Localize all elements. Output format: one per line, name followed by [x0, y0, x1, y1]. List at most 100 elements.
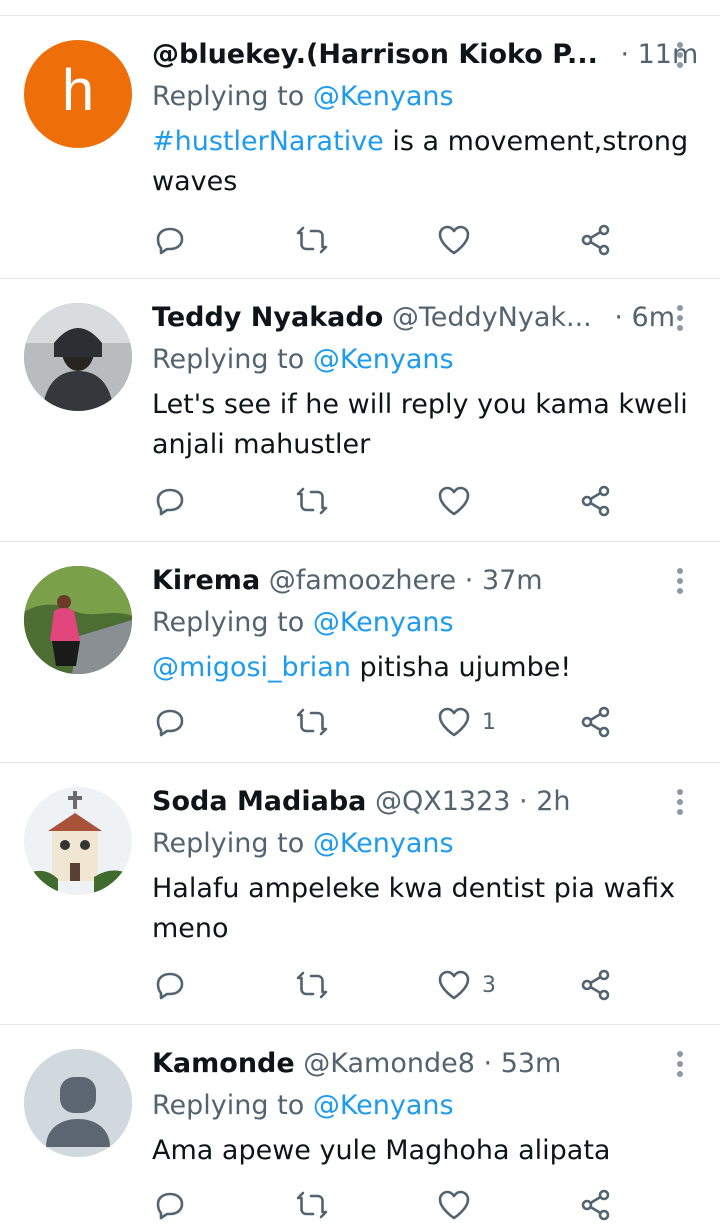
more-options-icon[interactable]: [670, 301, 690, 335]
share-button[interactable]: [578, 702, 614, 742]
reply-mention-link[interactable]: @Kenyans: [313, 1090, 454, 1121]
action-bar: 3: [152, 965, 632, 1005]
reply-icon: [156, 1192, 184, 1220]
share-icon: [581, 224, 610, 256]
timestamp[interactable]: 37m: [482, 565, 543, 596]
tweet-header: @bluekey.(Harrison Kioko P... · 11m: [152, 38, 698, 72]
separator-dot: ·: [519, 786, 528, 817]
retweet-icon: [296, 1191, 328, 1219]
tweet-item[interactable]: Kamonde @Kamonde8 · 53m Replying to @Ken…: [0, 1025, 720, 1221]
tweet-text-main: Halafu ampeleke kwa dentist pia wafix me…: [152, 873, 676, 944]
retweet-button[interactable]: [294, 1185, 330, 1225]
tweet-header: Teddy Nyakado @TeddyNyak... · 6m: [152, 301, 675, 335]
reply-icon: [156, 227, 184, 255]
timestamp[interactable]: 6m: [632, 302, 675, 333]
tweet-text: Let's see if he will reply you kama kwel…: [152, 385, 692, 465]
tweet-item[interactable]: Kirema @famoozhere · 37m Replying to @Ke…: [0, 542, 720, 763]
replying-label: Replying to: [152, 607, 305, 638]
mention-link[interactable]: @migosi_brian: [152, 652, 351, 683]
reply-mention-link[interactable]: @Kenyans: [313, 344, 454, 375]
share-button[interactable]: [578, 481, 614, 521]
reply-icon: [156, 972, 184, 1000]
retweet-button[interactable]: [294, 481, 330, 521]
reply-button[interactable]: [152, 965, 188, 1005]
like-count: 3: [482, 972, 496, 998]
like-button[interactable]: [436, 1185, 482, 1225]
display-name[interactable]: Soda Madiaba: [152, 786, 366, 817]
timestamp[interactable]: 2h: [536, 786, 570, 817]
more-options-icon[interactable]: [670, 785, 690, 819]
like-count: 1: [482, 709, 496, 735]
avatar[interactable]: [24, 1049, 132, 1157]
reply-button[interactable]: [152, 1185, 188, 1225]
separator-dot: ·: [483, 1048, 493, 1079]
more-options-icon[interactable]: [670, 564, 690, 598]
hashtag-link[interactable]: #hustlerNarative: [152, 126, 384, 157]
heart-icon: [438, 1190, 470, 1220]
avatar[interactable]: [24, 303, 132, 411]
display-name[interactable]: Kirema: [152, 565, 260, 596]
share-icon: [581, 706, 610, 738]
display-name[interactable]: Teddy Nyakado: [152, 302, 383, 333]
display-name[interactable]: Kamonde: [152, 1048, 295, 1079]
user-handle[interactable]: @famoozhere: [269, 565, 456, 596]
tweet-text: @migosi_brian pitisha ujumbe!: [152, 648, 692, 688]
replying-to: Replying to @Kenyans: [152, 80, 454, 114]
reply-mention-link[interactable]: @Kenyans: [313, 828, 454, 859]
default-user-icon: [24, 1049, 132, 1157]
user-handle[interactable]: @TeddyNyak...: [392, 302, 592, 333]
avatar[interactable]: [24, 787, 132, 895]
retweet-button[interactable]: [294, 965, 330, 1005]
reply-mention-link[interactable]: @Kenyans: [313, 81, 454, 112]
user-handle[interactable]: @Kamonde8: [303, 1048, 475, 1079]
more-options-icon[interactable]: [670, 38, 690, 72]
like-button[interactable]: 1: [436, 702, 496, 742]
replying-label: Replying to: [152, 828, 305, 859]
display-name[interactable]: @bluekey.(Harrison Kioko P...: [152, 39, 598, 70]
share-button[interactable]: [578, 965, 614, 1005]
reply-button[interactable]: [152, 220, 188, 260]
retweet-icon: [296, 487, 328, 515]
tweet-header: Soda Madiaba @QX1323 · 2h: [152, 785, 662, 819]
replying-to: Replying to @Kenyans: [152, 1089, 454, 1123]
tweet-item[interactable]: Soda Madiaba @QX1323 · 2h Replying to @K…: [0, 763, 720, 1025]
replying-label: Replying to: [152, 344, 305, 375]
separator-dot: ·: [620, 39, 630, 70]
share-icon: [581, 1189, 610, 1221]
share-icon: [581, 969, 610, 1001]
retweet-icon: [296, 226, 328, 254]
reply-mention-link[interactable]: @Kenyans: [313, 607, 454, 638]
share-button[interactable]: [578, 1185, 614, 1225]
reply-button[interactable]: [152, 702, 188, 742]
reply-icon: [156, 709, 184, 737]
replying-label: Replying to: [152, 1090, 305, 1121]
timestamp[interactable]: 53m: [501, 1048, 562, 1079]
separator-dot: ·: [464, 565, 474, 596]
user-handle[interactable]: @QX1323: [375, 786, 510, 817]
retweet-icon: [296, 708, 328, 736]
tweet-text: Halafu ampeleke kwa dentist pia wafix me…: [152, 869, 692, 949]
tweet-item[interactable]: h @bluekey.(Harrison Kioko P... · 11m Re…: [0, 16, 720, 279]
retweet-button[interactable]: [294, 220, 330, 260]
replying-label: Replying to: [152, 81, 305, 112]
action-bar: [152, 1185, 632, 1225]
reply-button[interactable]: [152, 481, 188, 521]
like-button[interactable]: 3: [436, 965, 496, 1005]
heart-icon: [438, 225, 470, 255]
action-bar: [152, 481, 632, 521]
tweet-header: Kirema @famoozhere · 37m: [152, 564, 662, 598]
person-photo-icon: [24, 303, 132, 411]
avatar[interactable]: h: [24, 40, 132, 148]
like-button[interactable]: [436, 481, 482, 521]
like-button[interactable]: [436, 220, 482, 260]
tweet-item[interactable]: Teddy Nyakado @TeddyNyak... · 6m Replyin…: [0, 279, 720, 542]
retweet-icon: [296, 971, 328, 999]
heart-icon: [438, 486, 470, 516]
retweet-button[interactable]: [294, 702, 330, 742]
heart-icon: [438, 970, 470, 1000]
tweet-text-main: Let's see if he will reply you kama kwel…: [152, 389, 688, 460]
more-options-icon[interactable]: [670, 1047, 690, 1081]
share-button[interactable]: [578, 220, 614, 260]
church-photo-icon: [24, 787, 132, 895]
avatar[interactable]: [24, 566, 132, 674]
